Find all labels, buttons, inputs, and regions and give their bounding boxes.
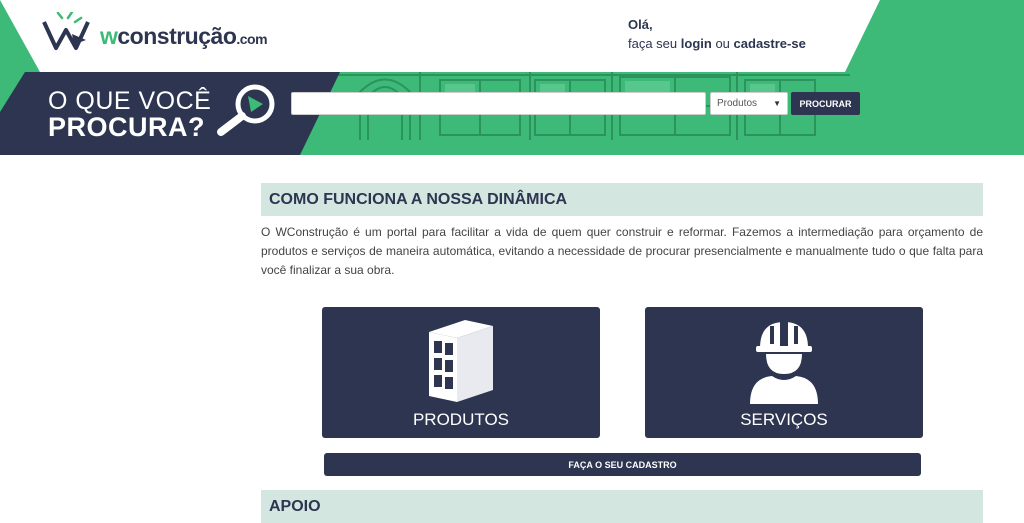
search-button[interactable]: PROCURAR [791, 92, 860, 115]
login-link[interactable]: login [681, 36, 712, 51]
greeting-prefix: faça seu [628, 36, 678, 51]
user-greeting: Olá, faça seu login ou cadastre-se [628, 15, 806, 53]
services-card-label: SERVIÇOS [740, 410, 828, 429]
greeting-hello: Olá, [628, 17, 653, 32]
site-logo[interactable]: wconstrução.com [42, 12, 268, 52]
greeting-or: ou [715, 36, 730, 51]
chevron-down-icon: ▼ [773, 99, 781, 108]
logo-w-icon [42, 12, 90, 50]
site-header: wconstrução.com Olá, faça seu login ou c… [0, 0, 1024, 155]
logo-wordmark: wconstrução.com [100, 23, 268, 52]
search-heading-line1: O QUE VOCÊ [48, 87, 212, 115]
services-card[interactable]: SERVIÇOS [645, 307, 923, 438]
greeting-line: faça seu login ou cadastre-se [628, 34, 806, 53]
search-heading: O QUE VOCÊ PROCURA? [48, 87, 212, 142]
signup-link[interactable]: cadastre-se [734, 36, 806, 51]
section-title: COMO FUNCIONA A NOSSA DINÂMICA [269, 190, 568, 208]
worker-helmet-icon [750, 322, 818, 404]
search-input[interactable] [291, 92, 706, 115]
card-icon-wrap [425, 312, 497, 404]
products-card-label: PRODUTOS [412, 410, 510, 429]
logo-domain-text: .com [236, 31, 268, 47]
category-selected: Produtos [717, 98, 758, 109]
section-support: APOIO [261, 490, 983, 523]
register-button[interactable]: FAÇA O SEU CADASTRO [324, 453, 921, 476]
magnifier-icon [217, 84, 275, 136]
brick-icon [429, 320, 493, 402]
category-select[interactable]: Produtos ▼ [710, 92, 788, 115]
header-down-arrow [424, 140, 452, 155]
logo-w-letter: w [100, 23, 118, 49]
section-how-it-works: COMO FUNCIONA A NOSSA DINÂMICA [261, 183, 983, 216]
logo-main-text: construção [117, 23, 237, 49]
products-card[interactable]: PRODUTOS [322, 307, 600, 438]
section-title: APOIO [269, 497, 321, 515]
search-heading-line2: PROCURA? [48, 112, 205, 142]
section-description: O WConstrução é um portal para facilitar… [261, 225, 983, 277]
card-icon-wrap [746, 312, 822, 404]
